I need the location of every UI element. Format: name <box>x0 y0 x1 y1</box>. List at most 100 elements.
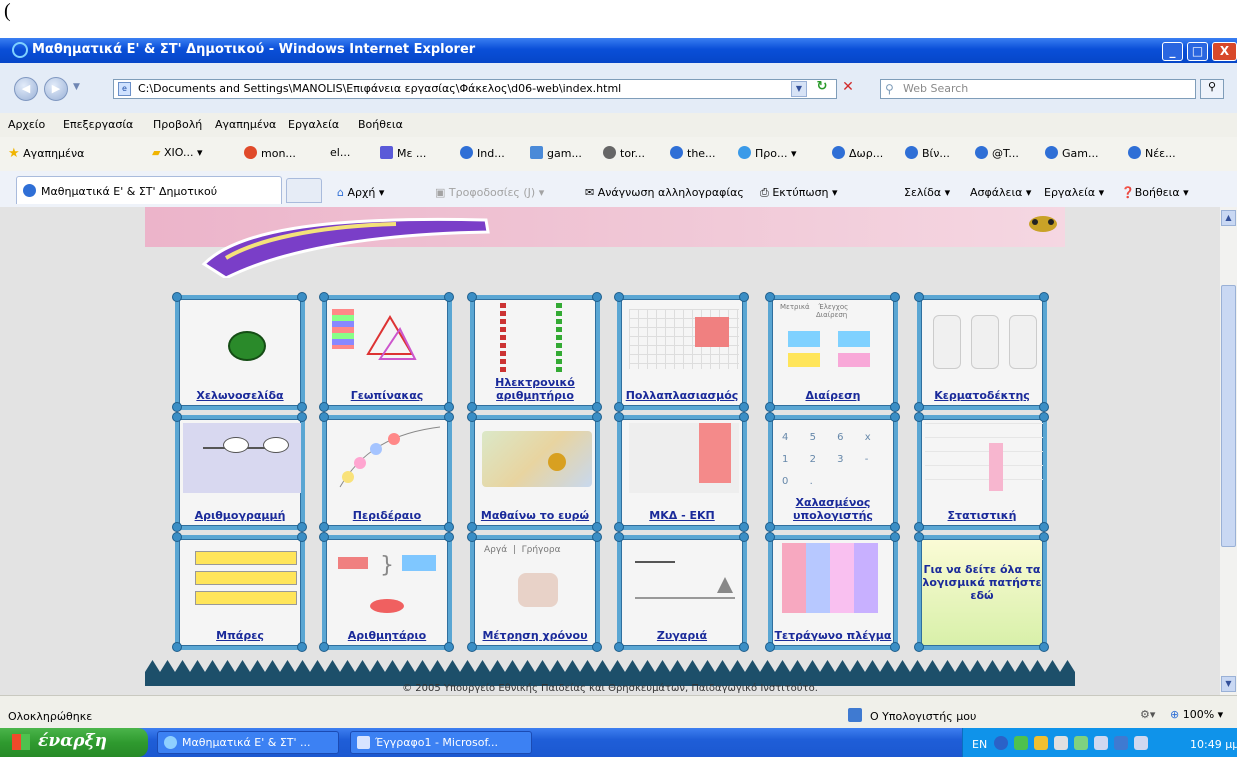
border-tooth <box>550 660 565 672</box>
language-indicator[interactable]: EN <box>972 738 987 751</box>
tab-active[interactable]: Μαθηματικά Ε' & ΣΤ' Δημοτικού <box>16 176 282 204</box>
tray-icon[interactable] <box>1094 736 1108 750</box>
favorites-button[interactable]: ★ Αγαπημένα <box>8 146 84 161</box>
frame-corner <box>890 642 900 652</box>
tray-icon[interactable] <box>994 736 1008 750</box>
scroll-up-button[interactable]: ▲ <box>1221 210 1236 226</box>
tools-menu-button[interactable]: Εργαλεία ▾ <box>1044 186 1104 199</box>
border-tooth <box>850 660 865 672</box>
software-tile[interactable]: Αριθμογραμμή <box>172 412 307 532</box>
tile-preview: Αργά | Γρήγορα <box>478 543 592 624</box>
new-tab-button[interactable] <box>286 178 322 203</box>
border-tooth <box>145 660 160 672</box>
software-tile[interactable]: Μαθαίνω το ευρώ <box>467 412 602 532</box>
window-title-bar[interactable]: Μαθηματικά Ε' & ΣΤ' Δημοτικού - Windows … <box>0 38 1237 63</box>
software-tile[interactable]: Τετράγωνο πλέγμα <box>765 532 900 652</box>
zoom-level[interactable]: ⊕ 100% ▾ <box>1170 708 1223 721</box>
fav-link[interactable]: tor... <box>603 146 645 160</box>
help-menu-button[interactable]: ❓Βοήθεια ▾ <box>1121 186 1189 199</box>
menu-file[interactable]: Αρχείο <box>8 118 45 131</box>
software-tile[interactable]: Στατιστική <box>914 412 1049 532</box>
site-logo <box>201 217 490 278</box>
fav-link[interactable]: el... <box>330 146 350 159</box>
frame-corner <box>914 522 924 532</box>
fav-link[interactable]: ▰ XIO... ▾ <box>152 146 202 159</box>
fav-link[interactable]: @T... <box>975 146 1019 160</box>
recent-pages-dropdown[interactable]: ▼ <box>73 82 80 92</box>
tray-icon[interactable] <box>1114 736 1128 750</box>
fav-link[interactable]: Δωρ... <box>832 146 883 160</box>
page-menu-button[interactable]: Σελίδα ▾ <box>904 186 950 199</box>
link-icon <box>530 146 543 159</box>
menu-edit[interactable]: Επεξεργασία <box>63 118 133 131</box>
taskbar-item-word[interactable]: Έγγραφο1 - Microsof... <box>350 731 532 754</box>
maximize-button[interactable]: □ <box>1187 42 1208 61</box>
tile-preview <box>776 543 890 624</box>
window-title: Μαθηματικά Ε' & ΣΤ' Δημοτικού - Windows … <box>32 42 476 57</box>
border-tooth <box>220 660 235 672</box>
protected-mode-icon[interactable]: ⚙▾ <box>1140 708 1155 721</box>
stop-icon[interactable]: ✕ <box>838 79 858 99</box>
minimize-button[interactable]: _ <box>1162 42 1183 61</box>
tile-preview: 4 5 6 x1 2 3 -0 . <box>782 432 871 487</box>
fav-link[interactable]: Gam... <box>1045 146 1098 160</box>
address-dropdown[interactable]: ▼ <box>791 81 807 97</box>
tile-label: Αριθμογραμμή <box>194 509 286 522</box>
border-tooth <box>265 660 280 672</box>
software-tile[interactable]: Κερματοδέκτης <box>914 292 1049 412</box>
border-tooth <box>670 660 685 672</box>
fav-link[interactable]: Βίν... <box>905 146 950 160</box>
home-button[interactable]: ⌂ Αρχή ▾ <box>337 186 384 199</box>
menu-view[interactable]: Προβολή <box>153 118 202 131</box>
software-tile[interactable]: Μπάρες <box>172 532 307 652</box>
scroll-thumb[interactable] <box>1221 285 1236 547</box>
search-go-button[interactable]: ⚲ <box>1200 79 1224 99</box>
fav-link[interactable]: Νέε... <box>1128 146 1176 160</box>
print-button[interactable]: ⎙ Εκτύπωση ▾ <box>760 186 838 200</box>
software-tile[interactable]: Αργά | Γρήγορα Μέτρηση χρόνου <box>467 532 602 652</box>
copyright-text: © 2005 Υπουργείο Εθνικής Παιδείας και Θρ… <box>402 683 818 694</box>
software-tile[interactable]: Γεωπίνακας <box>319 292 454 412</box>
software-tile[interactable]: Ζυγαριά <box>614 532 749 652</box>
software-tile[interactable]: } Αριθμητάριο <box>319 532 454 652</box>
scroll-down-button[interactable]: ▼ <box>1221 676 1236 692</box>
forward-button[interactable]: ▶ <box>44 77 68 101</box>
taskbar-item-ie[interactable]: Μαθηματικά Ε' & ΣΤ' ... <box>157 731 339 754</box>
close-button[interactable]: X <box>1212 42 1237 61</box>
fav-link[interactable]: Με ... <box>380 146 426 160</box>
menu-help[interactable]: Βοήθεια <box>358 118 403 131</box>
search-input[interactable]: ⚲ Web Search <box>880 79 1196 99</box>
address-bar[interactable]: e C:\Documents and Settings\MANOLIS\Επιφ… <box>113 79 837 99</box>
all-software-button[interactable]: Για να δείτε όλα τα λογισμικά πατήστε εδ… <box>914 532 1049 652</box>
software-tile[interactable]: Πολλαπλασιασμός <box>614 292 749 412</box>
software-tile[interactable]: Ηλεκτρονικό αριθμητήριο <box>467 292 602 412</box>
fav-link[interactable]: Ind... <box>460 146 505 160</box>
refresh-icon[interactable]: ↻ <box>812 79 832 99</box>
software-tile[interactable]: Περιδέραιο <box>319 412 454 532</box>
tray-icon[interactable] <box>1134 736 1148 750</box>
read-mail-button[interactable]: ✉ Ανάγνωση αλληλογραφίας <box>585 186 744 199</box>
fav-link[interactable]: the... <box>670 146 716 160</box>
safety-menu-button[interactable]: Ασφάλεια ▾ <box>970 186 1031 199</box>
fav-link[interactable]: gam... <box>530 146 582 160</box>
tile-preview <box>183 543 297 624</box>
software-tile[interactable]: ΜΚΔ - ΕΚΠ <box>614 412 749 532</box>
back-button[interactable]: ◀ <box>14 77 38 101</box>
ie-page-icon <box>1128 146 1141 159</box>
border-tooth <box>790 660 805 672</box>
tray-icon[interactable] <box>1014 736 1028 750</box>
ie-page-icon <box>905 146 918 159</box>
network-icon[interactable] <box>1074 736 1088 750</box>
tray-icon[interactable] <box>1034 736 1048 750</box>
software-tile[interactable]: 4 5 6 x1 2 3 -0 . Χαλασμένος υπολογιστής <box>765 412 900 532</box>
frame-corner <box>765 412 775 422</box>
menu-favorites[interactable]: Αγαπημένα <box>215 118 276 131</box>
feeds-button[interactable]: ▣ Τροφοδοσίες (J) ▾ <box>435 186 544 199</box>
fav-link[interactable]: mon... <box>244 146 296 160</box>
software-tile[interactable]: Μετρικά Έλεγχος Διαίρεση Διαίρεση <box>765 292 900 412</box>
menu-tools[interactable]: Εργαλεία <box>288 118 339 131</box>
tray-icon[interactable] <box>1054 736 1068 750</box>
border-tooth <box>490 660 505 672</box>
fav-link[interactable]: Προ... ▾ <box>738 146 797 160</box>
software-tile[interactable]: Χελωνοσελίδα <box>172 292 307 412</box>
